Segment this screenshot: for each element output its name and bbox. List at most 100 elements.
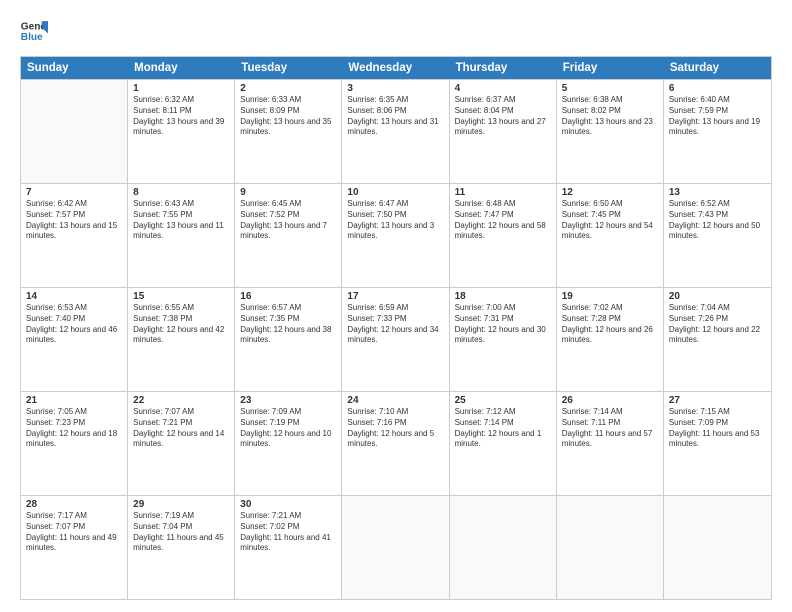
day-cell-1: 1Sunrise: 6:32 AMSunset: 8:11 PMDaylight… xyxy=(128,80,235,183)
day-number: 19 xyxy=(562,291,658,302)
day-number: 26 xyxy=(562,395,658,406)
day-info: Sunrise: 6:35 AMSunset: 8:06 PMDaylight:… xyxy=(347,95,443,138)
day-cell-11: 11Sunrise: 6:48 AMSunset: 7:47 PMDayligh… xyxy=(450,184,557,287)
calendar-body: 1Sunrise: 6:32 AMSunset: 8:11 PMDaylight… xyxy=(21,79,771,599)
day-info: Sunrise: 6:37 AMSunset: 8:04 PMDaylight:… xyxy=(455,95,551,138)
day-number: 21 xyxy=(26,395,122,406)
empty-cell xyxy=(557,496,664,599)
day-info: Sunrise: 7:12 AMSunset: 7:14 PMDaylight:… xyxy=(455,407,551,450)
day-info: Sunrise: 6:50 AMSunset: 7:45 PMDaylight:… xyxy=(562,199,658,242)
day-info: Sunrise: 6:45 AMSunset: 7:52 PMDaylight:… xyxy=(240,199,336,242)
day-info: Sunrise: 6:59 AMSunset: 7:33 PMDaylight:… xyxy=(347,303,443,346)
day-info: Sunrise: 7:21 AMSunset: 7:02 PMDaylight:… xyxy=(240,511,336,554)
day-of-week-thursday: Thursday xyxy=(450,57,557,79)
day-cell-5: 5Sunrise: 6:38 AMSunset: 8:02 PMDaylight… xyxy=(557,80,664,183)
day-info: Sunrise: 7:19 AMSunset: 7:04 PMDaylight:… xyxy=(133,511,229,554)
day-cell-14: 14Sunrise: 6:53 AMSunset: 7:40 PMDayligh… xyxy=(21,288,128,391)
day-cell-19: 19Sunrise: 7:02 AMSunset: 7:28 PMDayligh… xyxy=(557,288,664,391)
day-cell-17: 17Sunrise: 6:59 AMSunset: 7:33 PMDayligh… xyxy=(342,288,449,391)
day-info: Sunrise: 7:17 AMSunset: 7:07 PMDaylight:… xyxy=(26,511,122,554)
day-cell-15: 15Sunrise: 6:55 AMSunset: 7:38 PMDayligh… xyxy=(128,288,235,391)
day-cell-3: 3Sunrise: 6:35 AMSunset: 8:06 PMDaylight… xyxy=(342,80,449,183)
day-cell-2: 2Sunrise: 6:33 AMSunset: 8:09 PMDaylight… xyxy=(235,80,342,183)
day-info: Sunrise: 6:38 AMSunset: 8:02 PMDaylight:… xyxy=(562,95,658,138)
day-cell-12: 12Sunrise: 6:50 AMSunset: 7:45 PMDayligh… xyxy=(557,184,664,287)
day-of-week-tuesday: Tuesday xyxy=(235,57,342,79)
day-cell-21: 21Sunrise: 7:05 AMSunset: 7:23 PMDayligh… xyxy=(21,392,128,495)
day-info: Sunrise: 7:05 AMSunset: 7:23 PMDaylight:… xyxy=(26,407,122,450)
day-number: 23 xyxy=(240,395,336,406)
empty-cell xyxy=(664,496,771,599)
day-of-week-saturday: Saturday xyxy=(664,57,771,79)
day-info: Sunrise: 7:14 AMSunset: 7:11 PMDaylight:… xyxy=(562,407,658,450)
day-of-week-friday: Friday xyxy=(557,57,664,79)
day-number: 14 xyxy=(26,291,122,302)
day-number: 11 xyxy=(455,187,551,198)
day-info: Sunrise: 6:57 AMSunset: 7:35 PMDaylight:… xyxy=(240,303,336,346)
day-cell-26: 26Sunrise: 7:14 AMSunset: 7:11 PMDayligh… xyxy=(557,392,664,495)
day-info: Sunrise: 7:04 AMSunset: 7:26 PMDaylight:… xyxy=(669,303,766,346)
day-number: 17 xyxy=(347,291,443,302)
day-cell-28: 28Sunrise: 7:17 AMSunset: 7:07 PMDayligh… xyxy=(21,496,128,599)
day-number: 10 xyxy=(347,187,443,198)
day-info: Sunrise: 7:00 AMSunset: 7:31 PMDaylight:… xyxy=(455,303,551,346)
day-number: 16 xyxy=(240,291,336,302)
day-number: 22 xyxy=(133,395,229,406)
day-cell-20: 20Sunrise: 7:04 AMSunset: 7:26 PMDayligh… xyxy=(664,288,771,391)
day-number: 5 xyxy=(562,83,658,94)
day-cell-30: 30Sunrise: 7:21 AMSunset: 7:02 PMDayligh… xyxy=(235,496,342,599)
day-number: 30 xyxy=(240,499,336,510)
day-cell-13: 13Sunrise: 6:52 AMSunset: 7:43 PMDayligh… xyxy=(664,184,771,287)
day-info: Sunrise: 6:52 AMSunset: 7:43 PMDaylight:… xyxy=(669,199,766,242)
calendar: SundayMondayTuesdayWednesdayThursdayFrid… xyxy=(20,56,772,600)
day-info: Sunrise: 6:55 AMSunset: 7:38 PMDaylight:… xyxy=(133,303,229,346)
day-cell-23: 23Sunrise: 7:09 AMSunset: 7:19 PMDayligh… xyxy=(235,392,342,495)
empty-cell xyxy=(342,496,449,599)
day-number: 13 xyxy=(669,187,766,198)
day-number: 4 xyxy=(455,83,551,94)
day-info: Sunrise: 6:48 AMSunset: 7:47 PMDaylight:… xyxy=(455,199,551,242)
svg-text:Blue: Blue xyxy=(21,32,43,43)
day-number: 12 xyxy=(562,187,658,198)
day-info: Sunrise: 7:02 AMSunset: 7:28 PMDaylight:… xyxy=(562,303,658,346)
empty-cell xyxy=(21,80,128,183)
header: General Blue xyxy=(20,18,772,46)
logo: General Blue xyxy=(20,18,48,46)
day-of-week-wednesday: Wednesday xyxy=(342,57,449,79)
day-of-week-monday: Monday xyxy=(128,57,235,79)
day-info: Sunrise: 7:07 AMSunset: 7:21 PMDaylight:… xyxy=(133,407,229,450)
day-number: 27 xyxy=(669,395,766,406)
day-number: 28 xyxy=(26,499,122,510)
day-info: Sunrise: 7:09 AMSunset: 7:19 PMDaylight:… xyxy=(240,407,336,450)
day-number: 24 xyxy=(347,395,443,406)
day-cell-24: 24Sunrise: 7:10 AMSunset: 7:16 PMDayligh… xyxy=(342,392,449,495)
day-info: Sunrise: 6:40 AMSunset: 7:59 PMDaylight:… xyxy=(669,95,766,138)
day-info: Sunrise: 6:32 AMSunset: 8:11 PMDaylight:… xyxy=(133,95,229,138)
day-number: 9 xyxy=(240,187,336,198)
day-cell-6: 6Sunrise: 6:40 AMSunset: 7:59 PMDaylight… xyxy=(664,80,771,183)
week-row-4: 21Sunrise: 7:05 AMSunset: 7:23 PMDayligh… xyxy=(21,391,771,495)
day-cell-9: 9Sunrise: 6:45 AMSunset: 7:52 PMDaylight… xyxy=(235,184,342,287)
day-number: 20 xyxy=(669,291,766,302)
day-cell-18: 18Sunrise: 7:00 AMSunset: 7:31 PMDayligh… xyxy=(450,288,557,391)
day-number: 18 xyxy=(455,291,551,302)
day-number: 8 xyxy=(133,187,229,198)
day-info: Sunrise: 6:43 AMSunset: 7:55 PMDaylight:… xyxy=(133,199,229,242)
day-cell-8: 8Sunrise: 6:43 AMSunset: 7:55 PMDaylight… xyxy=(128,184,235,287)
empty-cell xyxy=(450,496,557,599)
day-cell-29: 29Sunrise: 7:19 AMSunset: 7:04 PMDayligh… xyxy=(128,496,235,599)
day-info: Sunrise: 7:15 AMSunset: 7:09 PMDaylight:… xyxy=(669,407,766,450)
day-number: 15 xyxy=(133,291,229,302)
day-number: 25 xyxy=(455,395,551,406)
day-number: 1 xyxy=(133,83,229,94)
day-number: 2 xyxy=(240,83,336,94)
week-row-5: 28Sunrise: 7:17 AMSunset: 7:07 PMDayligh… xyxy=(21,495,771,599)
week-row-3: 14Sunrise: 6:53 AMSunset: 7:40 PMDayligh… xyxy=(21,287,771,391)
day-cell-10: 10Sunrise: 6:47 AMSunset: 7:50 PMDayligh… xyxy=(342,184,449,287)
day-info: Sunrise: 6:47 AMSunset: 7:50 PMDaylight:… xyxy=(347,199,443,242)
calendar-header: SundayMondayTuesdayWednesdayThursdayFrid… xyxy=(21,57,771,79)
day-info: Sunrise: 6:33 AMSunset: 8:09 PMDaylight:… xyxy=(240,95,336,138)
day-number: 7 xyxy=(26,187,122,198)
day-cell-4: 4Sunrise: 6:37 AMSunset: 8:04 PMDaylight… xyxy=(450,80,557,183)
day-cell-22: 22Sunrise: 7:07 AMSunset: 7:21 PMDayligh… xyxy=(128,392,235,495)
